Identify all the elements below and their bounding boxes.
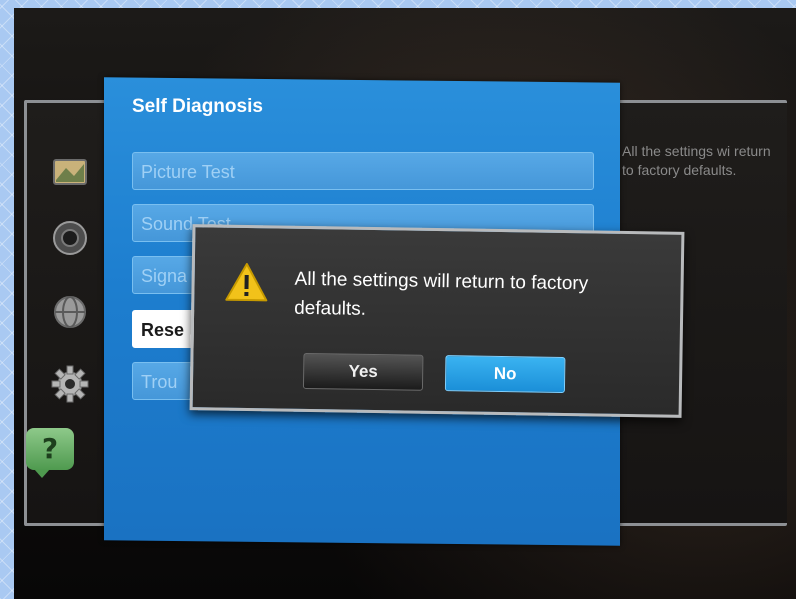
item-description: All the settings wi return to factory de… — [622, 143, 771, 178]
picture-icon[interactable] — [48, 150, 94, 196]
network-icon[interactable] — [48, 290, 94, 336]
help-icon[interactable]: ? — [26, 428, 74, 478]
panel-title: Self Diagnosis — [132, 96, 263, 117]
reset-confirm-dialog: All the settings will return to factory … — [189, 224, 685, 418]
menu-item-picture-test[interactable]: Picture Test — [132, 152, 594, 190]
dialog-message: All the settings will return to factory … — [294, 268, 589, 320]
warning-icon — [224, 262, 269, 305]
no-button[interactable]: No — [444, 355, 566, 394]
yes-button[interactable]: Yes — [302, 352, 424, 391]
settings-gear-icon[interactable] — [48, 362, 94, 408]
sound-icon[interactable] — [48, 214, 94, 260]
